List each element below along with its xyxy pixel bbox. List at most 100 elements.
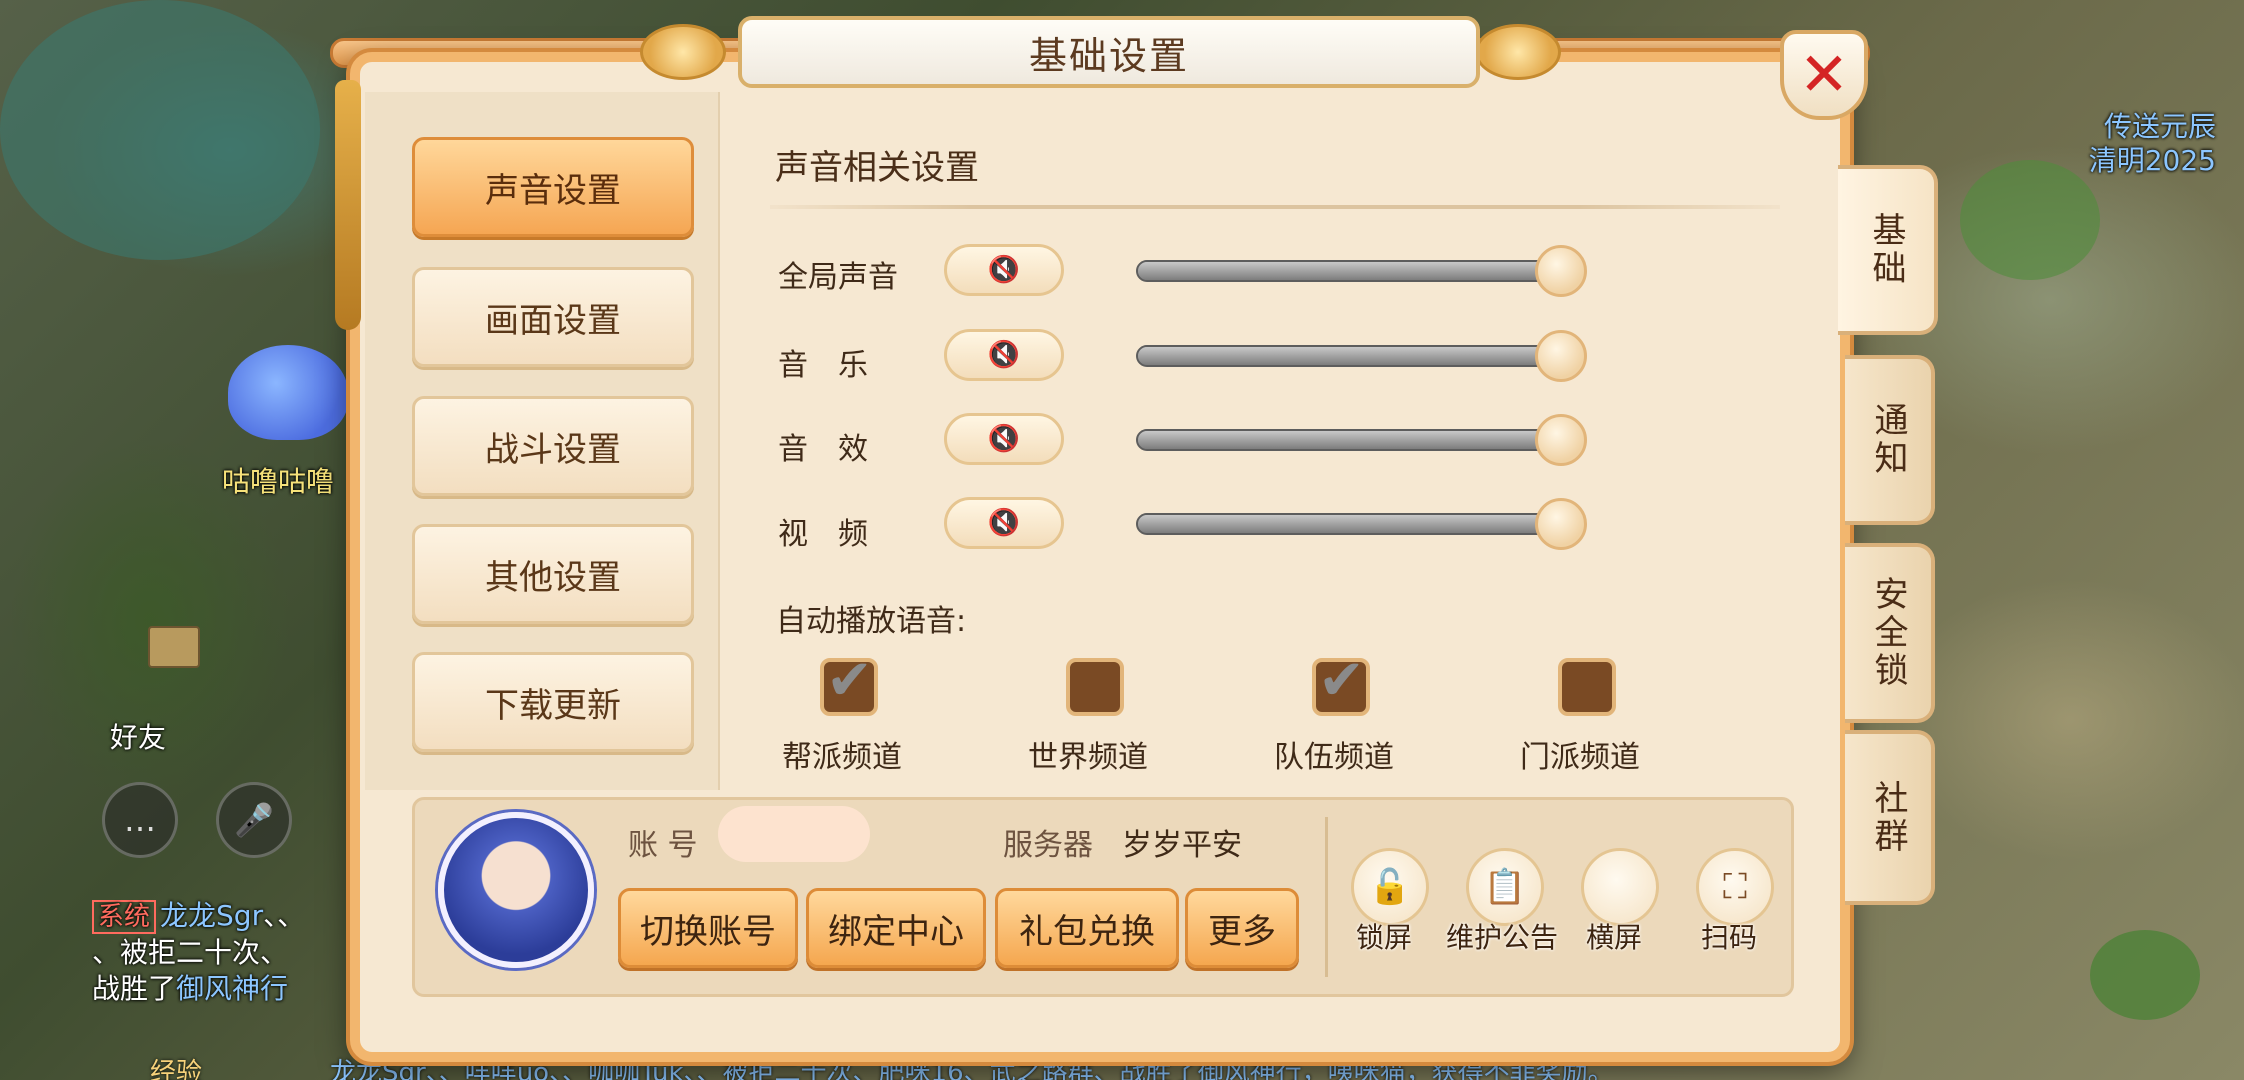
- portal-line-1: 传送元辰: [2103, 110, 2216, 143]
- checkbox-guild-channel[interactable]: ✔: [820, 648, 878, 716]
- slider-video[interactable]: [1136, 513, 1561, 535]
- slider-global-sound[interactable]: [1136, 260, 1561, 282]
- account-bar-divider: [1325, 817, 1328, 977]
- mute-icon: 🔇: [987, 255, 1021, 285]
- button-label: 绑定中心: [828, 911, 964, 952]
- close-icon: ✕: [1798, 40, 1850, 110]
- voice-mic-icon[interactable]: 🎤: [216, 782, 292, 858]
- mute-button-global[interactable]: 🔇: [944, 244, 1064, 296]
- chat-log[interactable]: 系统 龙龙Sgr、、 、被拒二十次、 战胜了御风神行: [92, 898, 362, 1007]
- menu-battle-settings[interactable]: 战斗设置: [412, 396, 694, 496]
- dialog-title: 基础设置: [1028, 33, 1189, 78]
- menu-display-settings[interactable]: 画面设置: [412, 267, 694, 367]
- slider-fill: [1138, 347, 1559, 365]
- checkbox-world-channel[interactable]: [1066, 658, 1124, 716]
- menu-label: 画面设置: [485, 300, 621, 341]
- tab-label: 社群: [1868, 779, 1908, 856]
- section-title: 声音相关设置: [775, 148, 979, 188]
- server-label: 服务器: [1003, 828, 1093, 863]
- system-tag: 系统: [92, 900, 157, 934]
- maintenance-notice-button[interactable]: 📋: [1466, 848, 1544, 926]
- portal-label[interactable]: 传送元辰 清明2025: [2089, 110, 2216, 178]
- tab-label: 通知: [1868, 402, 1908, 478]
- scan-icon: ⛶: [1723, 867, 1747, 907]
- chat-line-3-a: 战胜了: [92, 972, 177, 1005]
- menu-label: 下载更新: [485, 685, 621, 726]
- row-label-video: 视 频: [778, 517, 868, 552]
- avatar[interactable]: [438, 812, 594, 968]
- mute-button-video[interactable]: 🔇: [944, 497, 1064, 549]
- row-label-global-sound: 全局声音: [778, 260, 898, 295]
- menu-label: 其他设置: [485, 557, 621, 598]
- tab-label: 安全锁: [1868, 576, 1908, 690]
- exp-label: 经验: [150, 1058, 203, 1080]
- binding-center-button[interactable]: 绑定中心: [806, 888, 986, 968]
- switch-account-button[interactable]: 切换账号: [618, 888, 798, 968]
- title-ornament-right: [1475, 24, 1561, 80]
- lock-icon: 🔓: [1368, 867, 1412, 907]
- menu-label: 声音设置: [485, 170, 621, 211]
- maintenance-notice-label: 维护公告: [1446, 921, 1559, 954]
- lock-screen-label: 锁屏: [1356, 921, 1413, 954]
- server-value: 岁岁平安: [1122, 828, 1242, 863]
- button-label: 礼包兑换: [1019, 911, 1155, 952]
- menu-other-settings[interactable]: 其他设置: [412, 524, 694, 624]
- mute-icon: 🔇: [987, 424, 1021, 454]
- slider-fill: [1138, 262, 1559, 280]
- chat-line-3-b: 御风神行: [176, 972, 289, 1005]
- gift-redeem-button[interactable]: 礼包兑换: [995, 888, 1179, 968]
- button-label: 切换账号: [640, 911, 776, 952]
- chat-name: 龙龙Sgr: [160, 899, 264, 932]
- chat-line-1-rest: 、、: [263, 899, 306, 932]
- landscape-label: 横屏: [1586, 921, 1643, 954]
- mail-icon[interactable]: [148, 626, 200, 668]
- slider-thumb-sound-effect[interactable]: [1535, 414, 1587, 466]
- slider-sound-effect[interactable]: [1136, 429, 1561, 451]
- mute-icon: 🔇: [987, 340, 1021, 370]
- friend-label[interactable]: 好友: [110, 716, 166, 756]
- menu-sound-settings[interactable]: 声音设置: [412, 137, 694, 237]
- close-button[interactable]: ✕: [1780, 30, 1868, 120]
- row-label-music: 音 乐: [778, 348, 868, 383]
- tab-security-lock[interactable]: 安全锁: [1845, 543, 1935, 723]
- landscape-button[interactable]: [1581, 848, 1659, 926]
- checkbox-sect-channel[interactable]: [1558, 658, 1616, 716]
- portal-line-2: 清明2025: [2088, 144, 2216, 177]
- pet-name: 咕噜咕噜: [222, 465, 335, 498]
- tab-label: 基础: [1866, 212, 1906, 288]
- tab-notification[interactable]: 通知: [1845, 355, 1935, 525]
- label-team-channel: 队伍频道: [1274, 740, 1394, 775]
- slider-fill: [1138, 431, 1559, 449]
- checkmark-icon: ✔: [826, 648, 873, 713]
- menu-download-update[interactable]: 下载更新: [412, 652, 694, 752]
- checkbox-team-channel[interactable]: ✔: [1312, 648, 1370, 716]
- tassel-ornament: [335, 80, 361, 330]
- mute-icon: 🔇: [987, 508, 1021, 538]
- mute-button-music[interactable]: 🔇: [944, 329, 1064, 381]
- scan-code-label: 扫码: [1701, 921, 1758, 954]
- checkmark-icon: ✔: [1318, 648, 1365, 713]
- slider-fill: [1138, 515, 1559, 533]
- menu-label: 战斗设置: [485, 429, 621, 470]
- mute-button-sound-effect[interactable]: 🔇: [944, 413, 1064, 465]
- scan-code-button[interactable]: ⛶: [1696, 848, 1774, 926]
- title-ornament-left: [640, 24, 726, 80]
- chat-line-3: 战胜了御风神行: [92, 971, 362, 1007]
- tab-community[interactable]: 社群: [1845, 730, 1935, 905]
- slider-thumb-global-sound[interactable]: [1535, 245, 1587, 297]
- lock-screen-button[interactable]: 🔓: [1351, 848, 1429, 926]
- chat-bubble-icon[interactable]: …: [102, 782, 178, 858]
- dialog-title-plate: 基础设置: [738, 16, 1480, 88]
- chat-line-1: 系统 龙龙Sgr、、: [92, 898, 362, 935]
- button-label: 更多: [1208, 911, 1276, 952]
- slider-thumb-video[interactable]: [1535, 498, 1587, 550]
- pet-sprite[interactable]: [228, 345, 348, 440]
- tab-basic[interactable]: 基础: [1838, 165, 1938, 335]
- section-divider: [770, 205, 1780, 209]
- more-button[interactable]: 更多: [1185, 888, 1299, 968]
- label-sect-channel: 门派频道: [1520, 740, 1640, 775]
- slider-music[interactable]: [1136, 345, 1561, 367]
- notice-icon: 📋: [1483, 867, 1527, 907]
- slider-thumb-music[interactable]: [1535, 330, 1587, 382]
- auto-play-voice-label: 自动播放语音:: [776, 604, 967, 639]
